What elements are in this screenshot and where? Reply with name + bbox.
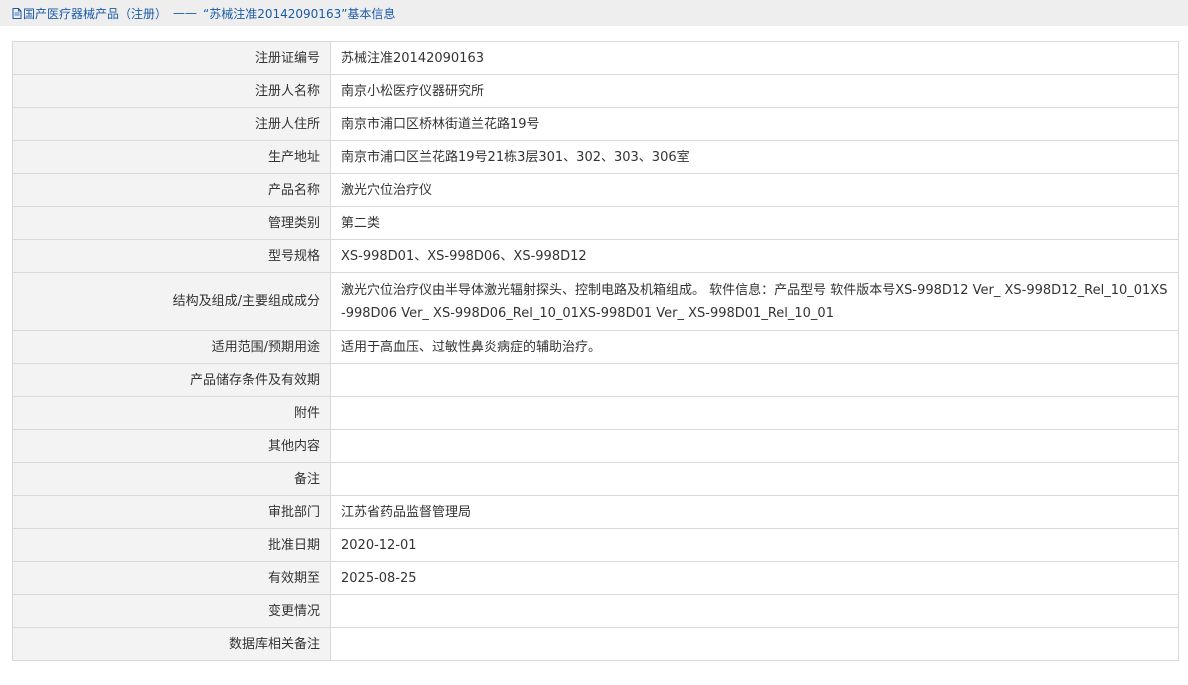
- field-label: 产品名称: [12, 173, 331, 207]
- table-row: 批准日期 2020-12-01: [12, 528, 1179, 562]
- field-value: [330, 396, 1179, 430]
- table-row: 结构及组成/主要组成成分 激光穴位治疗仪由半导体激光辐射探头、控制电路及机箱组成…: [12, 272, 1179, 331]
- breadcrumb-section[interactable]: 国产医疗器械产品（注册）: [23, 5, 167, 22]
- field-value: 激光穴位治疗仪: [330, 173, 1179, 207]
- table-row: 数据库相关备注: [12, 627, 1179, 661]
- field-label: 备注: [12, 462, 331, 496]
- breadcrumb-title: “苏械注准20142090163”基本信息: [203, 6, 396, 21]
- table-row: 注册证编号 苏械注准20142090163: [12, 41, 1179, 75]
- table-row: 审批部门 江苏省药品监督管理局: [12, 495, 1179, 529]
- table-row: 备注: [12, 462, 1179, 496]
- field-label: 注册证编号: [12, 41, 331, 75]
- field-label: 结构及组成/主要组成成分: [12, 272, 331, 331]
- table-row: 附件: [12, 396, 1179, 430]
- field-value: 2020-12-01: [330, 528, 1179, 562]
- detail-table-container: 注册证编号 苏械注准20142090163 注册人名称 南京小松医疗仪器研究所 …: [12, 41, 1179, 661]
- field-value: XS-998D01、XS-998D06、XS-998D12: [330, 239, 1179, 273]
- detail-table: 注册证编号 苏械注准20142090163 注册人名称 南京小松医疗仪器研究所 …: [12, 41, 1179, 661]
- field-label: 数据库相关备注: [12, 627, 331, 661]
- field-value: 江苏省药品监督管理局: [330, 495, 1179, 529]
- field-label: 附件: [12, 396, 331, 430]
- field-value: [330, 429, 1179, 463]
- field-value: 适用于高血压、过敏性鼻炎病症的辅助治疗。: [330, 330, 1179, 364]
- table-row: 有效期至 2025-08-25: [12, 561, 1179, 595]
- table-row: 注册人住所 南京市浦口区桥林街道兰花路19号: [12, 107, 1179, 141]
- field-label: 审批部门: [12, 495, 331, 529]
- field-value: 第二类: [330, 206, 1179, 240]
- field-value: [330, 462, 1179, 496]
- document-icon: [12, 7, 22, 19]
- field-value: 激光穴位治疗仪由半导体激光辐射探头、控制电路及机箱组成。 软件信息：产品型号 软…: [330, 272, 1179, 331]
- table-row: 适用范围/预期用途 适用于高血压、过敏性鼻炎病症的辅助治疗。: [12, 330, 1179, 364]
- field-value: [330, 363, 1179, 397]
- table-row: 产品名称 激光穴位治疗仪: [12, 173, 1179, 207]
- table-row: 其他内容: [12, 429, 1179, 463]
- table-row: 生产地址 南京市浦口区兰花路19号21栋3层301、302、303、306室: [12, 140, 1179, 174]
- field-label: 生产地址: [12, 140, 331, 174]
- field-label: 适用范围/预期用途: [12, 330, 331, 364]
- field-label: 注册人名称: [12, 74, 331, 108]
- table-row: 产品储存条件及有效期: [12, 363, 1179, 397]
- field-label: 有效期至: [12, 561, 331, 595]
- field-value: 南京市浦口区兰花路19号21栋3层301、302、303、306室: [330, 140, 1179, 174]
- table-row: 型号规格 XS-998D01、XS-998D06、XS-998D12: [12, 239, 1179, 273]
- field-value: [330, 627, 1179, 661]
- field-label: 注册人住所: [12, 107, 331, 141]
- breadcrumb: 国产医疗器械产品（注册） —— “苏械注准20142090163”基本信息: [0, 0, 1188, 26]
- field-value: 苏械注准20142090163: [330, 41, 1179, 75]
- field-label: 产品储存条件及有效期: [12, 363, 331, 397]
- field-label: 变更情况: [12, 594, 331, 628]
- field-value: 南京市浦口区桥林街道兰花路19号: [330, 107, 1179, 141]
- field-value: 2025-08-25: [330, 561, 1179, 595]
- table-row: 管理类别 第二类: [12, 206, 1179, 240]
- field-label: 批准日期: [12, 528, 331, 562]
- table-row: 注册人名称 南京小松医疗仪器研究所: [12, 74, 1179, 108]
- field-value: 南京小松医疗仪器研究所: [330, 74, 1179, 108]
- breadcrumb-separator: ——: [173, 6, 198, 20]
- field-label: 其他内容: [12, 429, 331, 463]
- field-label: 型号规格: [12, 239, 331, 273]
- field-value: [330, 594, 1179, 628]
- table-row: 变更情况: [12, 594, 1179, 628]
- field-label: 管理类别: [12, 206, 331, 240]
